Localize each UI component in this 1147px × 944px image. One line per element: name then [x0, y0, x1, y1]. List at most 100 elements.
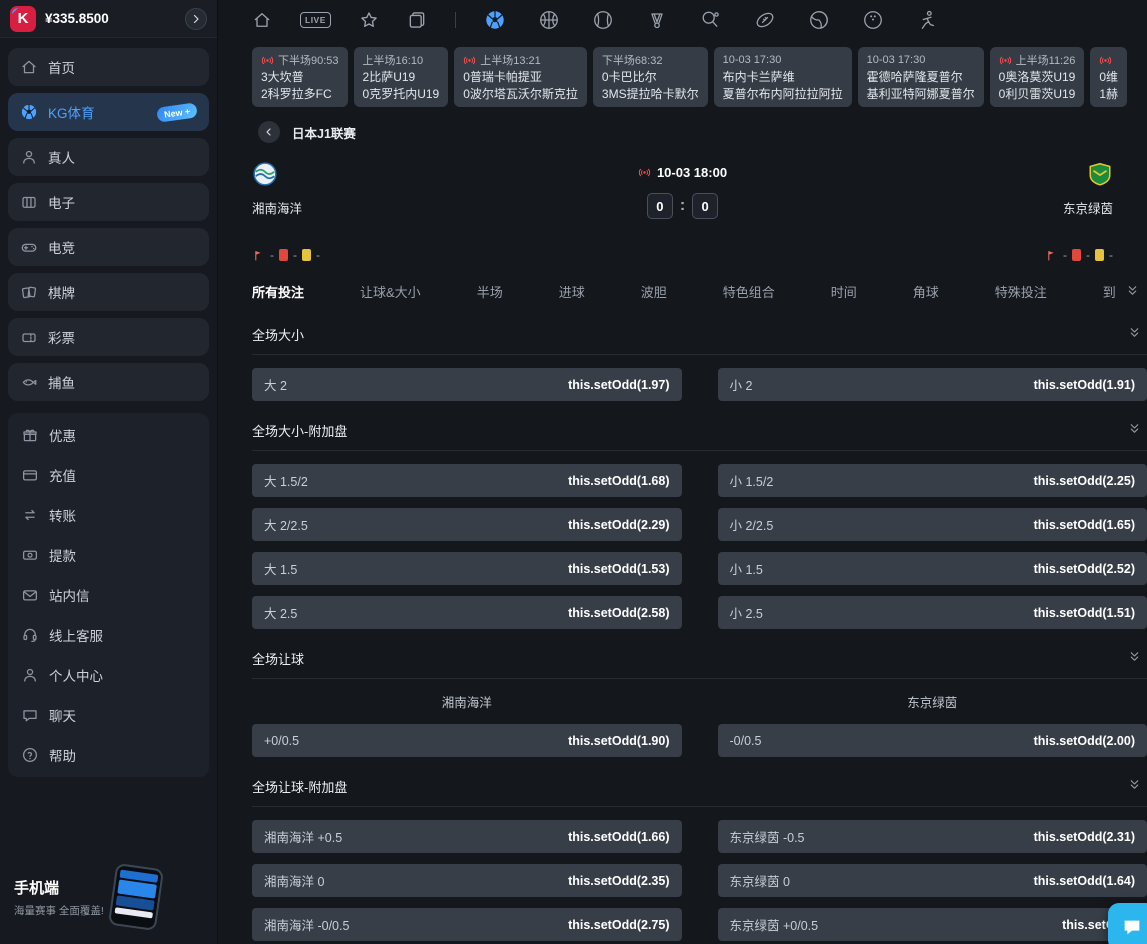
- section-title: 全场大小-附加盘: [252, 421, 347, 440]
- odds-button[interactable]: 东京绿茵 +0/0.5this.setOdd(: [718, 908, 1147, 941]
- odds-button[interactable]: +0/0.5this.setOdd(1.90): [252, 724, 682, 757]
- sidebar-item-home[interactable]: 首页: [8, 48, 209, 86]
- chevron-right-icon: [190, 13, 202, 25]
- tab-goals[interactable]: 进球: [559, 282, 585, 301]
- odds-button[interactable]: 湘南海洋 0this.setOdd(2.35): [252, 864, 682, 897]
- sidebar-item-label: 线上客服: [49, 625, 103, 645]
- brand-logo[interactable]: K: [10, 6, 36, 32]
- tab-special-bets[interactable]: 特殊投注: [995, 282, 1047, 301]
- odds-value: this.setOdd(2.35): [568, 874, 669, 888]
- sport-table-tennis-icon[interactable]: [700, 9, 722, 31]
- odds-button[interactable]: 小 2.5this.setOdd(1.51): [718, 596, 1147, 629]
- chat-fab[interactable]: [1108, 903, 1147, 944]
- odds-button[interactable]: 小 2this.setOdd(1.91): [718, 368, 1147, 401]
- odds-button[interactable]: 湘南海洋 -0/0.5this.setOdd(2.75): [252, 908, 682, 941]
- deposit-icon: [21, 466, 39, 484]
- sidebar-item-label: 彩票: [48, 327, 75, 347]
- tabs-expand-button[interactable]: [1126, 284, 1139, 302]
- match-card[interactable]: 下半场90:53 3大坎普 2科罗拉多FC: [252, 47, 348, 107]
- home-icon[interactable]: [252, 10, 272, 30]
- odds-label: 小 2: [730, 375, 753, 394]
- chat-icon: [1121, 916, 1143, 938]
- match-card[interactable]: 上半场11:26 0奥洛莫茨U19 0利贝雷茨U19: [990, 47, 1085, 107]
- stat-dash: -: [316, 248, 320, 262]
- mobile-promo[interactable]: 手机端 海量赛事 全面覆盖!: [0, 852, 217, 944]
- back-button[interactable]: [258, 121, 280, 143]
- odds-button[interactable]: 大 2.5this.setOdd(2.58): [252, 596, 682, 629]
- sidebar-item-card-games[interactable]: 棋牌: [8, 273, 209, 311]
- odds-value: this.setOdd(2.00): [1034, 734, 1135, 748]
- odds-button[interactable]: 东京绿茵 -0.5this.setOdd(2.31): [718, 820, 1147, 853]
- sidebar-item-profile[interactable]: 个人中心: [8, 655, 209, 695]
- match-card[interactable]: 下半场68:32 0卡巴比尔 3MS提拉哈卡默尔: [593, 47, 708, 107]
- match-card[interactable]: 上半场16:10 2比萨U19 0克罗托内U19: [354, 47, 449, 107]
- sport-baseball-icon[interactable]: [592, 9, 614, 31]
- sidebar-item-messages[interactable]: 站内信: [8, 575, 209, 615]
- sport-basketball-icon[interactable]: [538, 9, 560, 31]
- sport-volleyball-icon[interactable]: [808, 9, 830, 31]
- sidebar-item-lottery[interactable]: 彩票: [8, 318, 209, 356]
- section-collapse-button[interactable]: [1128, 650, 1141, 668]
- sidebar-item-slots[interactable]: 电子: [8, 183, 209, 221]
- sidebar-item-transfer[interactable]: 转账: [8, 495, 209, 535]
- stat-dash: -: [1063, 248, 1067, 262]
- tab-half[interactable]: 半场: [477, 282, 503, 301]
- tab-clipped[interactable]: 到: [1103, 282, 1116, 301]
- sidebar-item-promotions[interactable]: 优惠: [8, 415, 209, 455]
- odds-button[interactable]: 小 1.5/2this.setOdd(2.25): [718, 464, 1147, 497]
- section-collapse-button[interactable]: [1128, 778, 1141, 796]
- live-match-strip: 下半场90:53 3大坎普 2科罗拉多FC 上半场16:10 2比萨U19 0克…: [218, 32, 1147, 107]
- sport-badminton-icon[interactable]: [646, 9, 668, 31]
- odds-button[interactable]: 大 1.5this.setOdd(1.53): [252, 552, 682, 585]
- betting-sections: 全场大小 大 2this.setOdd(1.97) 小 2this.setOdd…: [218, 313, 1147, 944]
- odds-row: 湘南海洋 0this.setOdd(2.35) 东京绿茵 0this.setOd…: [252, 864, 1147, 897]
- tab-time[interactable]: 时间: [831, 282, 857, 301]
- sport-athletics-icon[interactable]: [916, 9, 938, 31]
- match-card[interactable]: 上半场13:21 0普瑞卡帕提亚 0波尔塔瓦沃尔斯克拉: [454, 47, 587, 107]
- match-card[interactable]: 0维 1赫: [1090, 47, 1127, 107]
- tab-specials-combo[interactable]: 特色组合: [723, 282, 775, 301]
- odds-button[interactable]: 湘南海洋 +0.5this.setOdd(1.66): [252, 820, 682, 853]
- odds-row: 大 2/2.5this.setOdd(2.29) 小 2/2.5this.set…: [252, 508, 1147, 541]
- section-collapse-button[interactable]: [1128, 326, 1141, 344]
- odds-button[interactable]: -0/0.5this.setOdd(2.00): [718, 724, 1147, 757]
- sidebar-item-withdraw[interactable]: 提款: [8, 535, 209, 575]
- odds-button[interactable]: 小 1.5this.setOdd(2.52): [718, 552, 1147, 585]
- sidebar-item-label: KG体育: [48, 102, 95, 122]
- status-text: 下半场90:53: [278, 52, 339, 68]
- tab-correct-score[interactable]: 波胆: [641, 282, 667, 301]
- sidebar-item-chat[interactable]: 聊天: [8, 695, 209, 735]
- sidebar-item-support[interactable]: 线上客服: [8, 615, 209, 655]
- stat-dash: -: [293, 248, 297, 262]
- wallet-detail-button[interactable]: [185, 8, 207, 30]
- sidebar-item-esports[interactable]: 电竞: [8, 228, 209, 266]
- sport-american-football-icon[interactable]: [754, 9, 776, 31]
- sidebar-item-fishing[interactable]: 捕鱼: [8, 363, 209, 401]
- double-chevron-down-icon: [1128, 778, 1141, 791]
- live-filter-badge[interactable]: LIVE: [300, 12, 331, 28]
- sidebar-item-kg-sports[interactable]: KG体育 New +: [8, 93, 209, 131]
- odds-button[interactable]: 东京绿茵 0this.setOdd(1.64): [718, 864, 1147, 897]
- odds-button[interactable]: 大 1.5/2this.setOdd(1.68): [252, 464, 682, 497]
- match-card[interactable]: 10-03 17:30 布内卡兰萨维 夏普尔布内阿拉拉阿拉: [714, 47, 852, 107]
- tab-corners[interactable]: 角球: [913, 282, 939, 301]
- betslip-icon[interactable]: [407, 10, 427, 30]
- odds-value: this.setOdd(1.65): [1034, 518, 1135, 532]
- section-collapse-button[interactable]: [1128, 422, 1141, 440]
- odds-button[interactable]: 大 2/2.5this.setOdd(2.29): [252, 508, 682, 541]
- sport-soccer-icon[interactable]: [484, 9, 506, 31]
- chevron-left-icon: [263, 126, 275, 138]
- main-content: LIVE: [218, 0, 1147, 944]
- sidebar-item-live-casino[interactable]: 真人: [8, 138, 209, 176]
- sidebar-item-deposit[interactable]: 充值: [8, 455, 209, 495]
- sidebar-item-help[interactable]: 帮助: [8, 735, 209, 775]
- favorites-star-icon[interactable]: [359, 10, 379, 30]
- tab-all-bets[interactable]: 所有投注: [252, 282, 304, 301]
- odds-row: 大 1.5/2this.setOdd(1.68) 小 1.5/2this.set…: [252, 464, 1147, 497]
- match-card[interactable]: 10-03 17:30 霍德哈萨隆夏普尔 基利亚特阿娜夏普尔: [858, 47, 984, 107]
- sport-bowling-icon[interactable]: [862, 9, 884, 31]
- tab-handicap-ou[interactable]: 让球&大小: [360, 282, 421, 301]
- sidebar-item-label: 棋牌: [48, 282, 75, 302]
- odds-button[interactable]: 小 2/2.5this.setOdd(1.65): [718, 508, 1147, 541]
- odds-button[interactable]: 大 2this.setOdd(1.97): [252, 368, 682, 401]
